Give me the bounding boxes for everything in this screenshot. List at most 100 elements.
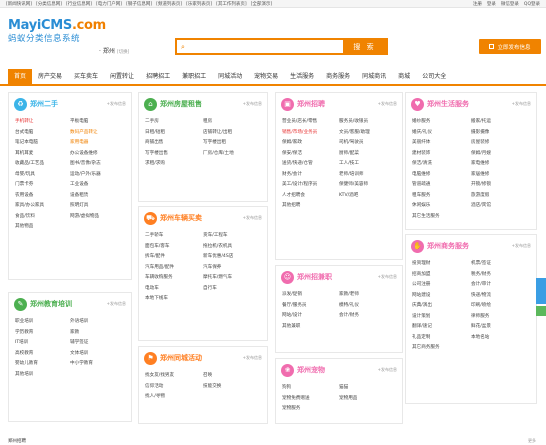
- category-link[interactable]: 运动/户外/乐器: [70, 171, 125, 177]
- post-info-link[interactable]: +发布信息: [378, 274, 397, 280]
- category-link[interactable]: 派发/促销: [282, 291, 339, 297]
- category-link[interactable]: 摄影摄像: [471, 129, 530, 135]
- category-link[interactable]: IT培训: [15, 339, 70, 345]
- category-link[interactable]: 工业设备: [70, 181, 125, 187]
- search-input[interactable]: [177, 40, 343, 53]
- category-link[interactable]: 台式电脑: [15, 129, 70, 135]
- category-link[interactable]: 汽车用品/配件: [145, 264, 203, 270]
- category-link[interactable]: 保安/保洁: [282, 150, 339, 156]
- category-link[interactable]: 数码产品转让: [70, 129, 125, 135]
- category-link[interactable]: 拖拉机/农机具: [203, 243, 261, 249]
- category-link[interactable]: 快递/物流: [471, 292, 530, 298]
- category-link[interactable]: 律师服务: [471, 313, 530, 319]
- category-link[interactable]: 机票/签证: [471, 260, 530, 266]
- category-link[interactable]: 庆典/演出: [412, 302, 471, 308]
- panel-title[interactable]: 郑州教育培训: [30, 299, 72, 309]
- category-link[interactable]: 日租/短租: [145, 129, 203, 135]
- category-link[interactable]: 高校教育: [15, 350, 70, 356]
- panel-title[interactable]: 郑州招聘: [297, 99, 325, 109]
- category-link[interactable]: 厂房/仓库/土地: [203, 150, 261, 156]
- category-link[interactable]: 中小学教育: [70, 360, 125, 366]
- category-link[interactable]: 家用电器: [70, 139, 125, 145]
- category-link[interactable]: 保姆/月嫂: [471, 150, 530, 156]
- category-link[interactable]: 找女友/找男友: [145, 372, 203, 378]
- category-link[interactable]: 服务员/收银员: [339, 118, 396, 124]
- category-link[interactable]: 文员/客服/助理: [339, 129, 396, 135]
- category-link[interactable]: 保姆/家政: [282, 139, 339, 145]
- category-link[interactable]: 销售/市场/业务员: [282, 129, 339, 135]
- category-link[interactable]: 营业员/店长/零售: [282, 118, 339, 124]
- category-link[interactable]: 公司注册: [412, 281, 471, 287]
- category-link[interactable]: 印刷/喷绘: [471, 302, 530, 308]
- category-link[interactable]: 货车/工程车: [203, 232, 261, 238]
- login-link[interactable]: 登录: [487, 2, 496, 7]
- category-link[interactable]: 其他招聘: [282, 202, 339, 208]
- top-link[interactable]: [频道列表页]: [156, 2, 182, 7]
- category-link[interactable]: 办公设备维修: [70, 150, 125, 156]
- category-link[interactable]: 人才招聘会: [282, 192, 339, 198]
- category-link[interactable]: 摩托车/燃气车: [203, 274, 261, 280]
- category-link[interactable]: 其他物品: [15, 223, 70, 229]
- category-link[interactable]: 其它商务服务: [412, 344, 471, 350]
- category-link[interactable]: 自行车: [203, 285, 261, 291]
- category-link[interactable]: 电动车: [145, 285, 203, 291]
- category-link[interactable]: 找人/寻物: [145, 393, 203, 399]
- category-link[interactable]: 文体培训: [70, 350, 125, 356]
- nav-item[interactable]: 宠物交易: [248, 69, 284, 84]
- panel-title[interactable]: 郑州车辆买卖: [160, 213, 202, 223]
- category-link[interactable]: 婴幼儿教育: [15, 360, 70, 366]
- nav-item[interactable]: 商城: [392, 69, 416, 84]
- category-link[interactable]: 学历教育: [15, 329, 70, 335]
- category-link[interactable]: 网站/设计: [282, 312, 339, 318]
- site-logo[interactable]: MayiCMS.com 蚂蚁分类信息系统: [8, 18, 106, 44]
- footer-section-title[interactable]: 郑州招聘: [8, 438, 26, 444]
- nav-item[interactable]: 兼职招工: [176, 69, 212, 84]
- category-link[interactable]: 设计策划: [412, 313, 471, 319]
- category-link[interactable]: 厨师/配菜: [339, 150, 396, 156]
- category-link[interactable]: 店铺转让/出租: [203, 129, 261, 135]
- category-link[interactable]: 财务/会计: [282, 171, 339, 177]
- nav-item[interactable]: 同城活动: [212, 69, 248, 84]
- panel-title[interactable]: 郑州招兼职: [297, 272, 332, 282]
- category-link[interactable]: 电脑维修: [412, 171, 471, 177]
- category-link[interactable]: 工人/技工: [339, 160, 396, 166]
- top-link[interactable]: [钢子信息网]: [126, 2, 152, 7]
- wechat-login-link[interactable]: 微信登录: [501, 2, 519, 7]
- panel-title[interactable]: 郑州生活服务: [427, 99, 469, 109]
- category-link[interactable]: 家教: [70, 329, 125, 335]
- category-link[interactable]: 拆车/配件: [145, 253, 203, 259]
- category-link[interactable]: 鲜花/盆景: [471, 323, 530, 329]
- search-button[interactable]: 搜 索: [343, 40, 386, 53]
- category-link[interactable]: 司机/驾驶员: [339, 139, 396, 145]
- category-link[interactable]: 猫猫: [339, 384, 396, 390]
- category-link[interactable]: 管道疏通: [412, 181, 471, 187]
- category-link[interactable]: 送货/快递/仓管: [282, 160, 339, 166]
- post-info-link[interactable]: +发布信息: [243, 355, 262, 361]
- category-link[interactable]: 翻译/速记: [412, 323, 471, 329]
- category-link[interactable]: 老师/培训师: [339, 171, 396, 177]
- category-link[interactable]: 二手轿车: [145, 232, 203, 238]
- post-info-link[interactable]: +发布信息: [512, 101, 531, 107]
- top-link[interactable]: [新闻快讯网]: [6, 2, 32, 7]
- category-link[interactable]: 模特/礼仪: [339, 302, 396, 308]
- category-link[interactable]: 酒店/宾馆: [471, 202, 530, 208]
- nav-item[interactable]: 公司大全: [416, 69, 452, 84]
- category-link[interactable]: 家具/办公家具: [15, 202, 70, 208]
- float-top-button[interactable]: [536, 306, 546, 316]
- category-link[interactable]: 宠物服务: [282, 405, 339, 411]
- top-link[interactable]: [电力门户网]: [96, 2, 122, 7]
- register-link[interactable]: 注册: [473, 2, 482, 7]
- category-link[interactable]: 求租/求购: [145, 160, 203, 166]
- footer-more-link[interactable]: 更多: [528, 438, 536, 444]
- top-link[interactable]: [全部演示]: [251, 2, 273, 7]
- category-link[interactable]: 其他兼职: [282, 323, 339, 329]
- category-link[interactable]: 礼品定制: [412, 334, 471, 340]
- category-link[interactable]: 写字楼出售: [145, 150, 203, 156]
- category-link[interactable]: 建材装饰: [412, 150, 471, 156]
- category-link[interactable]: 宠物用品: [339, 395, 396, 401]
- category-link[interactable]: 新车优惠/4S店: [203, 253, 261, 259]
- category-link[interactable]: 旅游度假: [471, 192, 530, 198]
- category-link[interactable]: 技能交换: [203, 383, 261, 389]
- post-info-link[interactable]: +发布信息: [243, 215, 262, 221]
- nav-item[interactable]: 商务服务: [320, 69, 356, 84]
